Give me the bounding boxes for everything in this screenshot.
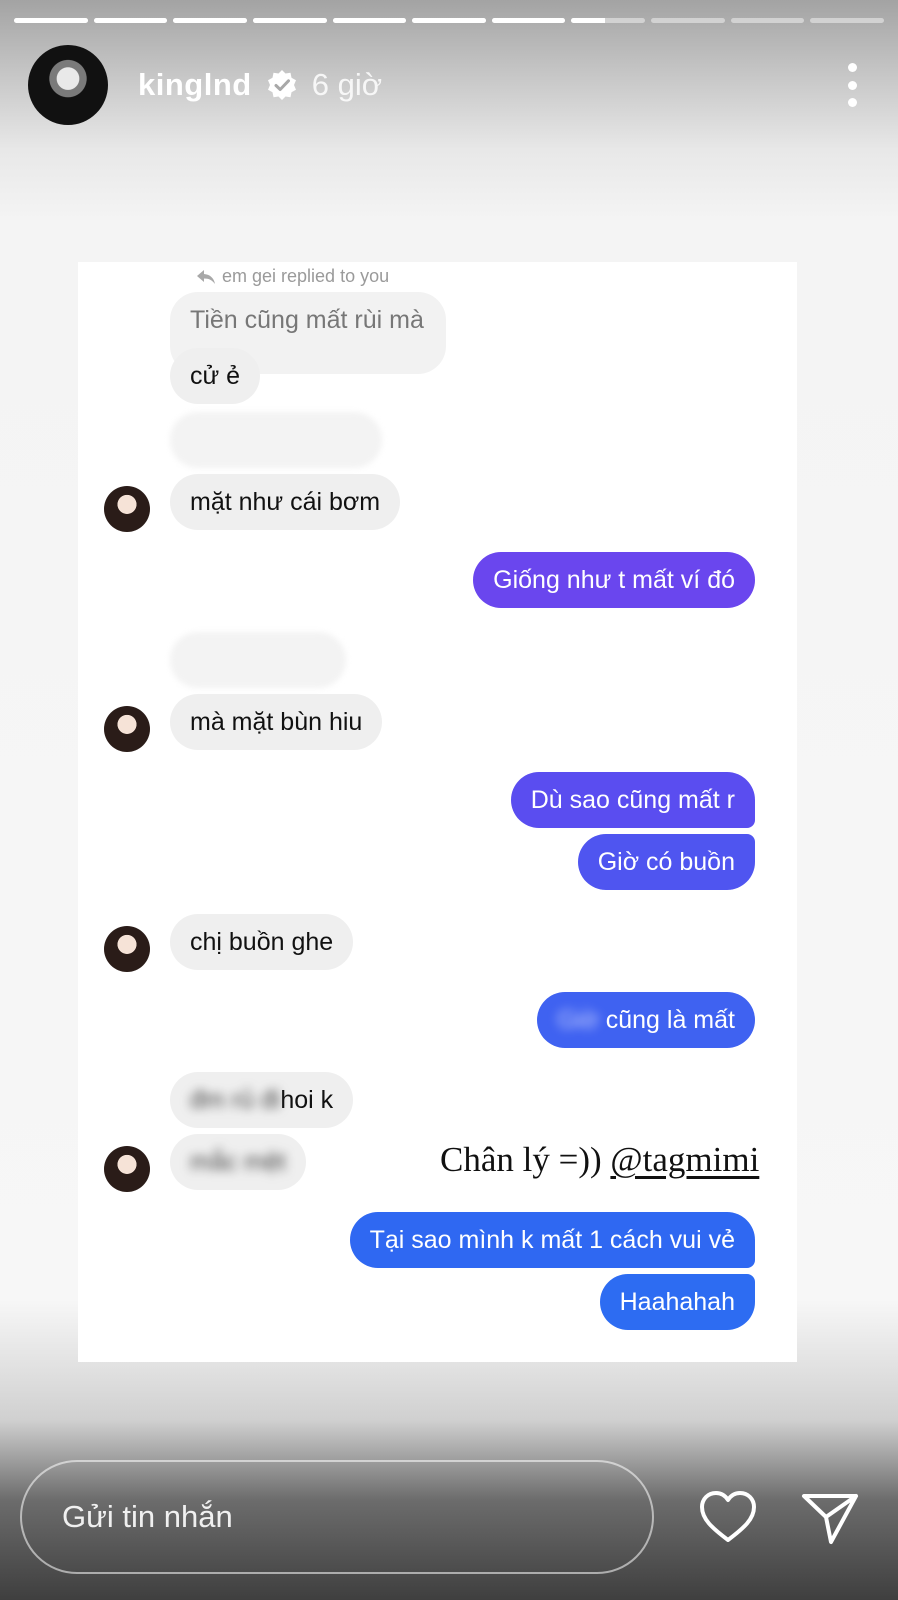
progress-fill xyxy=(491,18,566,23)
message-incoming[interactable]: đm rủ đihoi k xyxy=(170,1072,354,1128)
message-input-placeholder: Gửi tin nhắn xyxy=(62,1499,233,1534)
story-progress-bar xyxy=(14,18,885,23)
message-input[interactable]: Gửi tin nhắn xyxy=(20,1460,654,1574)
message-incoming[interactable]: mặt như cái bơm xyxy=(170,474,401,530)
message-incoming[interactable]: cử ẻ xyxy=(170,348,261,404)
mention-tag[interactable]: @tagmimi xyxy=(610,1140,759,1179)
progress-fill xyxy=(93,18,168,23)
message-incoming[interactable]: mà mặt bùn hiu xyxy=(170,694,383,750)
progress-segment xyxy=(651,18,725,23)
caption-text: Chân lý =)) xyxy=(440,1140,602,1179)
redacted-message xyxy=(170,632,346,688)
redacted-text: mắc mệt xyxy=(190,1148,286,1176)
contact-avatar xyxy=(104,1146,150,1192)
chat-screenshot: em gei replied to you Tiền cũng mất rùi … xyxy=(78,262,797,1362)
message-incoming[interactable]: chị buồn ghe xyxy=(170,914,354,970)
progress-segment xyxy=(252,18,327,23)
story-header: kinglnd 6 giờ xyxy=(28,45,858,125)
progress-fill xyxy=(173,18,247,23)
progress-segment xyxy=(491,18,566,23)
message-outgoing[interactable]: Haahahah xyxy=(599,1274,755,1330)
verified-badge-icon xyxy=(267,70,296,100)
message-outgoing[interactable]: Giờ cũng là mất xyxy=(537,992,755,1048)
progress-fill xyxy=(252,18,327,23)
progress-segment xyxy=(412,18,486,23)
message-outgoing[interactable]: Dù sao cũng mất r xyxy=(510,772,755,828)
progress-segment xyxy=(332,18,407,23)
progress-segment xyxy=(93,18,168,23)
message-text: Tiền cũng mất rùi mà xyxy=(190,306,424,334)
progress-segment xyxy=(571,18,646,23)
progress-segment xyxy=(810,18,885,23)
contact-avatar xyxy=(104,486,150,532)
post-time: 6 giờ xyxy=(311,67,383,102)
progress-fill xyxy=(571,18,605,23)
progress-fill xyxy=(412,18,486,23)
contact-avatar xyxy=(104,706,150,752)
replied-indicator: em gei replied to you xyxy=(196,266,389,287)
heart-icon[interactable] xyxy=(698,1488,758,1548)
more-options-icon[interactable] xyxy=(846,63,858,107)
story-caption: Chân lý =)) @tagmimi xyxy=(440,1140,759,1180)
progress-segment xyxy=(14,18,88,23)
profile-avatar[interactable] xyxy=(28,45,108,125)
progress-segment xyxy=(173,18,247,23)
replied-label: em gei replied to you xyxy=(222,266,390,286)
progress-segment xyxy=(730,18,805,23)
redacted-message xyxy=(170,412,382,468)
message-text: hoi k xyxy=(280,1086,334,1114)
reply-arrow-icon xyxy=(197,269,215,284)
message-outgoing[interactable]: Tại sao mình k mất 1 cách vui vẻ xyxy=(349,1212,755,1268)
contact-avatar xyxy=(104,926,150,972)
redacted-text: Giờ xyxy=(557,1006,599,1034)
username[interactable]: kinglnd xyxy=(138,67,252,103)
message-outgoing[interactable]: Giờ có buồn xyxy=(577,834,755,890)
redacted-text: đm rủ đi xyxy=(190,1086,281,1114)
send-icon[interactable] xyxy=(800,1488,860,1548)
message-incoming[interactable]: mắc mệt xyxy=(170,1134,306,1190)
message-text: cũng là mất xyxy=(605,1006,735,1034)
progress-fill xyxy=(332,18,407,23)
progress-fill xyxy=(14,18,88,23)
message-outgoing[interactable]: Giống như t mất ví đó xyxy=(473,552,755,608)
